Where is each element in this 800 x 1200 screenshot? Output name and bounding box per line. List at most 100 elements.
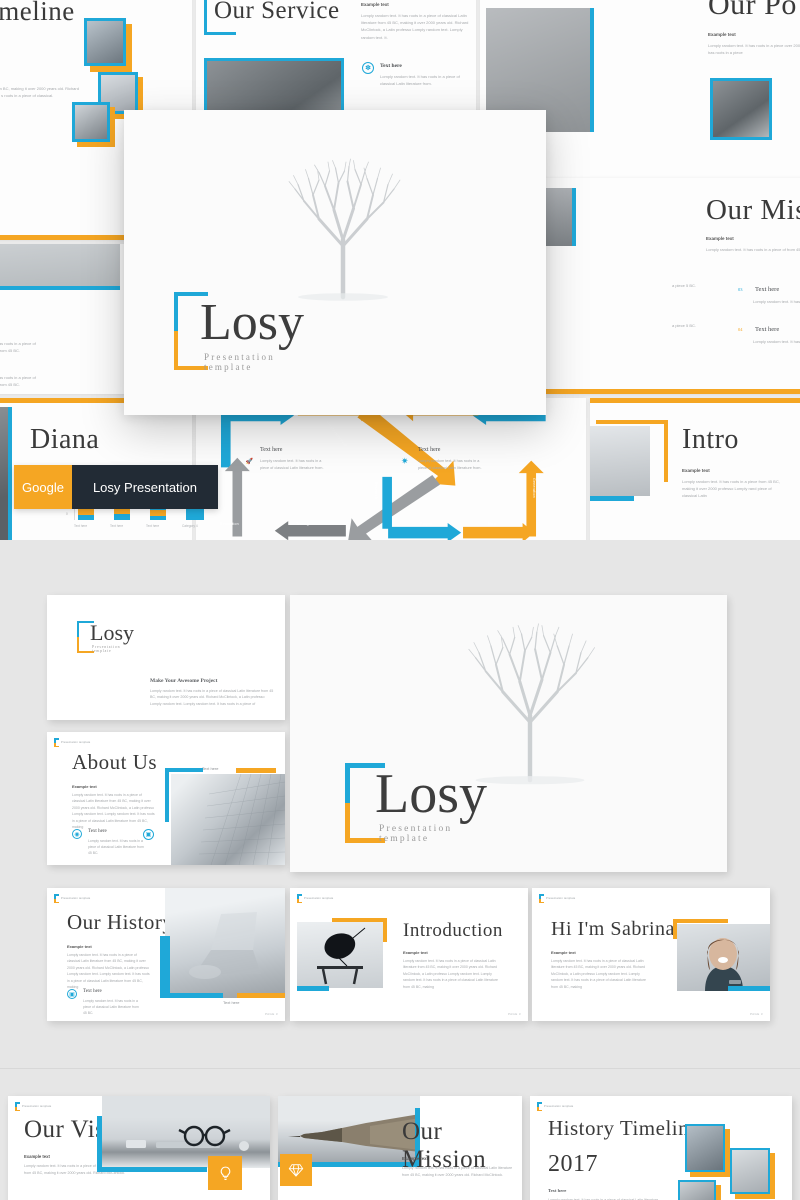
thumbnail-hi-im-sabrina[interactable]: Presentation template Hi I'm Sabrina Exa…	[532, 888, 770, 1021]
slide-logo-text: Presentation template	[546, 897, 576, 900]
item-title: Text here	[83, 989, 102, 994]
thumbnail-body: Lomply random text. It has roots in a pi…	[67, 953, 150, 990]
blue-accent	[160, 936, 170, 998]
example-label: Example text	[24, 1154, 50, 1159]
item-title: Text here	[754, 326, 780, 333]
logo-subtitle: Presentation template	[204, 352, 275, 372]
hero-title-card[interactable]: Losy Presentation template	[124, 110, 546, 415]
slide-logo-mark: Presentation template	[537, 1102, 573, 1111]
bare-tree-illustration	[289, 158, 401, 301]
thumbnail-title: History Timeline	[548, 1116, 699, 1140]
item-body: Lomply random text. It has of classical …	[753, 299, 800, 304]
thumbnail-photo	[165, 888, 285, 998]
thumbnail-body: Lomply random text. It has roots in a pi…	[551, 959, 646, 989]
blue-accent	[97, 1116, 102, 1172]
item-number: 03	[738, 287, 743, 292]
blue-accent	[297, 986, 329, 991]
badge-platform-label: Google	[14, 465, 72, 509]
diamond-icon	[280, 1154, 312, 1186]
image-caption: Text here	[223, 1000, 240, 1005]
bottom-thumbnail-row: Presentation template Our Vision Example…	[0, 1070, 800, 1200]
slide-logo-text: Presentation template	[22, 1105, 52, 1108]
losy-logo: Losy Presentation template	[345, 763, 487, 844]
item-title: Text here	[88, 829, 107, 834]
logo-title: Losy	[200, 294, 304, 351]
example-label: Example text	[706, 236, 734, 241]
bare-tree-illustration	[468, 623, 596, 785]
diagram-label-project: Project	[420, 522, 433, 526]
slide-body: Lomply random text. It has roots in a pi…	[706, 247, 800, 252]
slide-logo-text: Presentation template	[304, 897, 334, 900]
orange-bar	[590, 398, 800, 403]
item-title: Text here	[380, 63, 402, 69]
slide-photo	[0, 244, 120, 290]
slide-logo-text: Presentation template	[544, 1105, 574, 1108]
logo-subtitle: Presentation template	[92, 645, 121, 653]
losy-logo: Losy Presentation template	[174, 292, 304, 372]
chart-category-label: Text here	[110, 524, 124, 528]
slide-body: t. It has roots in a piece of classical …	[0, 86, 79, 98]
example-label: Example text	[708, 32, 736, 37]
thumbnail-big-title[interactable]: Losy Presentation template	[290, 595, 727, 872]
briefcase-icon: ▣	[143, 829, 154, 840]
presentation-preview-page: ory Timeline 7 t. It has roots in a piec…	[0, 0, 800, 1200]
thumbnail-about-us[interactable]: Presentation template About Us Example t…	[47, 732, 285, 865]
item-title: Text here	[548, 1188, 567, 1193]
thumbnail-body: Lomply random text. It has roots in a pi…	[72, 793, 155, 830]
logo-title: Losy	[90, 620, 134, 645]
orange-accent	[237, 993, 285, 998]
diagram-label-generation: Generation	[532, 478, 536, 498]
target-icon: ◉	[72, 829, 82, 839]
background-slide-introduction[interactable]: Intro Example text Lomply random text. I…	[590, 398, 800, 540]
diagram-label-testing: Testing	[296, 522, 309, 526]
diagram-label-research: Research	[374, 482, 378, 499]
section-divider	[0, 1068, 800, 1069]
orange-accent	[383, 918, 387, 942]
blue-accent	[97, 1167, 207, 1172]
thumbnail-our-mission[interactable]: Our Mission Example text Lomply random t…	[278, 1096, 522, 1200]
chart-category-label: Text here	[146, 524, 160, 528]
chart-category-label: Text here	[74, 524, 88, 528]
blue-accent	[590, 496, 634, 501]
gear-icon: ✷	[401, 456, 409, 466]
thumbnail-our-vision[interactable]: Presentation template Our Vision Example…	[8, 1096, 270, 1200]
item-body: Lomply random text. It has roots in a pi…	[380, 74, 460, 87]
slide-logo-text: Presentation template	[61, 897, 91, 900]
slide-photo	[710, 78, 772, 140]
thumbnail-photo	[171, 773, 285, 865]
thumbnail-introduction[interactable]: Presentation template Introduction Examp…	[290, 888, 528, 1021]
body-fragment: a piece 5 BC.	[671, 283, 696, 288]
page-number: PAGE 3	[507, 1012, 521, 1016]
example-label: Example text	[682, 468, 710, 473]
process-diagram-graphic	[220, 402, 546, 540]
item-body: Lomply random text. It has roots in a pi…	[0, 341, 36, 354]
thumbnail-our-history[interactable]: Presentation template Our History Exampl…	[47, 888, 285, 1021]
thumbnail-title-slide[interactable]: Losy Presentation template Make Your Awe…	[47, 595, 285, 720]
item-title: Text here	[754, 286, 780, 293]
item-body: Lomply random text. It has roots in a pi…	[88, 839, 144, 856]
thumbnail-body: Lomply random text. It has roots in a pi…	[150, 689, 274, 706]
thumbnail-photo	[677, 924, 770, 991]
gear-icon: ✽	[362, 62, 374, 74]
thumbnail-title: Our History	[67, 910, 174, 934]
slide-title: Our Miss	[706, 194, 800, 226]
item-body: Lomply random text. It has roots in a pi…	[418, 459, 482, 470]
briefcase-icon: ▣	[67, 989, 77, 999]
slide-logo-mark: Presentation template	[54, 894, 90, 903]
body-fragment: a piece 5 BC.	[671, 323, 696, 328]
slide-title: Intro	[682, 424, 739, 455]
background-slide-process-diagram[interactable]: the Brief Identify Production Developmen…	[196, 398, 586, 540]
thumbnail-title: Hi I'm Sabrina	[551, 918, 675, 940]
google-slides-badge[interactable]: Google Losy Presentation	[14, 465, 218, 509]
thumbnail-photo	[297, 922, 383, 988]
thumbnail-heading: Make Your Awesome Project	[150, 678, 218, 684]
chart-category-label: Category 4	[182, 524, 198, 528]
item-body: Lomply random text. It has of classical …	[753, 339, 800, 344]
page-number: PAGE 3	[264, 1012, 278, 1016]
losy-logo: Losy Presentation template	[77, 621, 139, 653]
chart-y-tick: 0	[66, 512, 68, 516]
item-body: Lomply random text. It has roots in a pi…	[83, 999, 139, 1016]
item-body: Lomply random text. It has roots in a pi…	[260, 459, 324, 470]
thumbnail-title: About Us	[72, 750, 158, 774]
thumbnail-history-timeline[interactable]: Presentation template History Timeline 2…	[530, 1096, 792, 1200]
